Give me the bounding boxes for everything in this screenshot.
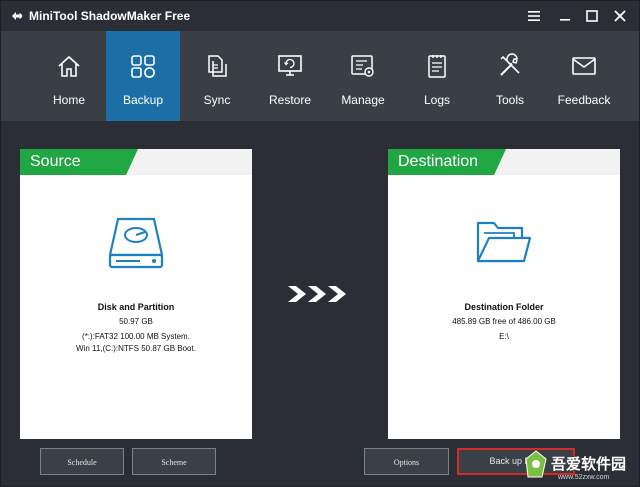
destination-title: Destination Folder bbox=[464, 302, 544, 312]
maximize-icon[interactable] bbox=[584, 8, 600, 24]
nav-tools[interactable]: Tools bbox=[473, 31, 547, 121]
disk-icon bbox=[108, 217, 164, 269]
nav-restore-label: Restore bbox=[268, 93, 312, 107]
nav-logs-label: Logs bbox=[423, 93, 451, 107]
manage-icon bbox=[351, 55, 374, 77]
nav-tools-label: Tools bbox=[495, 93, 524, 107]
menu-icon[interactable] bbox=[526, 8, 542, 24]
source-title: Disk and Partition bbox=[97, 302, 175, 312]
main-nav: Home Backup Sync Restore Manage Logs Too… bbox=[1, 31, 639, 122]
tools-icon bbox=[500, 53, 520, 76]
source-panel-header: Source bbox=[20, 149, 252, 175]
folder-icon bbox=[476, 221, 532, 263]
minimize-icon[interactable] bbox=[557, 8, 573, 24]
close-icon[interactable] bbox=[612, 8, 628, 24]
destination-path: E:\ bbox=[499, 332, 509, 341]
options-button[interactable]: Options bbox=[364, 448, 449, 475]
home-icon bbox=[58, 55, 80, 77]
nav-backup[interactable]: Backup bbox=[106, 31, 180, 121]
nav-feedback[interactable]: Feedback bbox=[547, 31, 621, 121]
app-window: MiniTool ShadowMaker Free Home Backup Sy… bbox=[0, 0, 640, 487]
app-title: MiniTool ShadowMaker Free bbox=[29, 9, 191, 23]
watermark-logo-icon bbox=[525, 450, 547, 478]
nav-home[interactable]: Home bbox=[32, 31, 106, 121]
nav-sync-label: Sync bbox=[203, 93, 231, 107]
app-logo-icon bbox=[12, 12, 23, 20]
watermark-url: www.52zxw.com bbox=[558, 474, 610, 481]
watermark-text: 吾爱软件园 bbox=[551, 455, 627, 473]
destination-free-space: 485.89 GB free of 486.00 GB bbox=[452, 317, 556, 326]
source-size: 50.97 GB bbox=[119, 317, 153, 326]
nav-manage[interactable]: Manage bbox=[326, 31, 400, 121]
nav-logs[interactable]: Logs bbox=[400, 31, 474, 121]
direction-arrows-icon bbox=[288, 286, 346, 302]
nav-feedback-label: Feedback bbox=[557, 93, 611, 107]
scheme-button[interactable]: Scheme bbox=[132, 448, 216, 475]
source-partition-1: (*:):FAT32 100.00 MB System. bbox=[82, 332, 190, 341]
destination-panel-header: Destination bbox=[388, 149, 620, 175]
source-partition-2: Win 11,(C:):NTFS 50.87 GB Boot. bbox=[76, 344, 196, 353]
sync-icon bbox=[208, 55, 227, 77]
schedule-button[interactable]: Schedule bbox=[40, 448, 124, 475]
nav-home-label: Home bbox=[52, 93, 85, 107]
source-panel[interactable]: Source Disk and Partition 50.97 GB (*:):… bbox=[20, 149, 252, 439]
source-header-label: Source bbox=[30, 153, 81, 170]
feedback-icon bbox=[572, 57, 596, 75]
site-watermark: 吾爱软件园 www.52zxw.com bbox=[524, 441, 639, 485]
logs-icon bbox=[428, 55, 446, 78]
backup-icon bbox=[131, 55, 155, 78]
nav-manage-label: Manage bbox=[341, 93, 385, 107]
destination-header-label: Destination bbox=[398, 153, 479, 170]
destination-panel[interactable]: Destination Destination Folder 485.89 GB… bbox=[388, 149, 620, 439]
title-bar: MiniTool ShadowMaker Free bbox=[1, 1, 639, 31]
nav-restore[interactable]: Restore bbox=[253, 31, 327, 121]
restore-icon bbox=[278, 55, 302, 76]
backup-content: Source Disk and Partition 50.97 GB (*:):… bbox=[1, 122, 639, 486]
nav-sync[interactable]: Sync bbox=[180, 31, 254, 121]
nav-backup-label: Backup bbox=[122, 93, 164, 107]
